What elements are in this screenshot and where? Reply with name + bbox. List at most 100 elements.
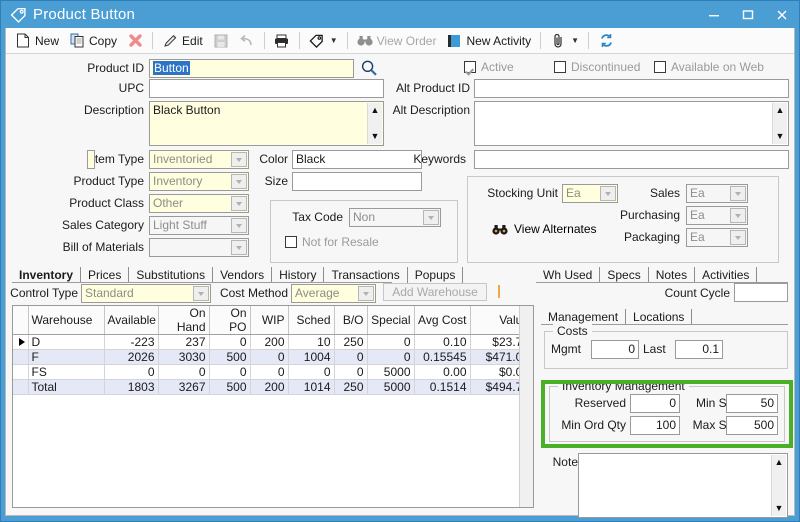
packaging-unit-combo[interactable]: Ea [686,228,748,247]
maximize-button[interactable] [731,1,765,28]
tab-inventory[interactable]: Inventory [12,267,81,283]
tab-transactions[interactable]: Transactions [324,267,407,283]
alt-description-input[interactable]: ▲ ▼ [474,101,789,146]
chevron-down-icon[interactable] [730,208,746,223]
last-cost-input[interactable]: 0.1 [675,340,723,359]
upc-input[interactable] [149,79,384,98]
table-row[interactable]: F 2026 3030 500 0 1004 0 0 0.15545 $471.… [13,350,533,365]
chevron-down-icon[interactable] [231,218,247,233]
scroll-down-icon[interactable]: ▼ [772,501,787,516]
grid-col-warehouse[interactable]: Warehouse [28,306,104,335]
add-warehouse-button[interactable]: Add Warehouse [383,283,487,301]
color-input[interactable]: Black [292,150,422,169]
toolbar-print-button[interactable] [269,30,295,52]
toolbar-tag-button[interactable]: ▼ [304,30,343,52]
grid-col-sched[interactable]: Sched [288,306,334,335]
chevron-down-icon[interactable] [730,186,746,201]
scroll-down-icon[interactable]: ▼ [368,129,383,144]
toolbar-edit-button[interactable]: Edit [157,30,208,52]
toolbar-view-order-button[interactable]: View Order [352,30,442,52]
stocking-unit-combo[interactable]: Ea [562,184,618,203]
tab-popups[interactable]: Popups [408,267,464,283]
bill-of-materials-combo[interactable] [149,238,249,257]
inventory-management-group: Inventory Management Reserved 0 Min Stk … [549,386,785,442]
toolbar-new-button[interactable]: New [10,30,64,52]
max-stk-qty-input[interactable]: 500 [726,416,778,435]
note-input[interactable]: ▲ ▼ [578,453,788,518]
toolbar-new-label: New [35,34,59,48]
chevron-down-icon[interactable] [193,286,209,301]
chevron-down-icon[interactable]: ▼ [330,36,338,45]
tab-substitutions[interactable]: Substitutions [129,267,213,283]
tax-code-combo[interactable]: Non [349,208,441,227]
tab-vendors[interactable]: Vendors [213,267,272,283]
grid-col-on-hand[interactable]: On Hand [158,306,209,335]
toolbar-attach-button[interactable]: ▼ [545,30,584,52]
grid-col-wip[interactable]: WIP [250,306,288,335]
grid-col-on-po[interactable]: On PO [209,306,250,335]
discontinued-checkbox[interactable]: Discontinued [554,60,640,74]
size-input[interactable] [292,172,422,191]
tab-management[interactable]: Management [541,309,626,325]
alt-description-scrollbar[interactable]: ▲ ▼ [772,103,787,144]
toolbar-save-button[interactable] [208,30,234,52]
toolbar-delete-button[interactable] [122,30,148,52]
chevron-down-icon[interactable] [358,286,374,301]
item-type-value: Inventoried [153,152,212,166]
count-cycle-input[interactable] [734,283,788,302]
keywords-input[interactable] [474,150,789,169]
purchasing-unit-combo[interactable]: Ea [686,206,748,225]
reserved-input[interactable]: 0 [630,394,680,413]
cost-method-combo[interactable]: Average [291,284,376,303]
view-alternates-button[interactable]: View Alternates [492,221,597,237]
warehouse-grid[interactable]: Warehouse Available On Hand On PO WIP Sc… [12,305,534,508]
product-type-combo[interactable]: Inventory [149,172,249,191]
tab-locations[interactable]: Locations [626,309,692,325]
chevron-down-icon[interactable] [231,240,247,255]
sales-unit-combo[interactable]: Ea [686,184,748,203]
note-scrollbar[interactable]: ▲ ▼ [771,455,786,516]
tab-history[interactable]: History [272,267,324,283]
grid-vertical-scrollbar[interactable] [519,306,533,507]
not-for-resale-checkbox[interactable]: Not for Resale [285,235,379,249]
chevron-down-icon[interactable] [231,196,247,211]
grid-col-special[interactable]: Special [367,306,414,335]
available-on-web-checkbox[interactable]: Available on Web [654,60,764,74]
scroll-up-icon[interactable]: ▲ [772,455,787,470]
product-class-combo[interactable]: Other [149,194,249,213]
toolbar-undo-button[interactable] [234,30,260,52]
min-ord-qty-input[interactable]: 100 [630,416,680,435]
description-input[interactable]: Black Button ▲ ▼ [149,101,384,146]
toolbar-copy-button[interactable]: Copy [64,30,122,52]
magnifier-icon[interactable] [360,59,378,77]
table-row[interactable]: D -223 237 0 200 10 250 0 0.10 $23.70 [13,335,533,350]
mgmt-cost-input[interactable]: 0 [591,340,639,359]
tab-specs[interactable]: Specs [600,267,648,283]
tab-wh-used[interactable]: Wh Used [536,267,600,283]
active-checkbox[interactable]: Active [464,60,514,74]
alt-product-id-input[interactable] [474,79,789,98]
scroll-up-icon[interactable]: ▲ [773,103,788,118]
minimize-button[interactable] [697,1,731,28]
tab-prices[interactable]: Prices [81,267,129,283]
sales-category-combo[interactable]: Light Stuff [149,216,249,235]
close-button[interactable] [765,1,799,28]
grid-col-available[interactable]: Available [104,306,158,335]
table-row-total[interactable]: Total 1803 3267 500 200 1014 250 5000 0.… [13,380,533,395]
chevron-down-icon[interactable] [423,210,439,225]
toolbar-refresh-button[interactable] [593,30,619,52]
min-stk-qty-input[interactable]: 50 [726,394,778,413]
chevron-down-icon[interactable] [600,186,616,201]
chevron-down-icon[interactable]: ▼ [571,36,579,45]
item-type-combo[interactable]: Inventoried [149,150,249,169]
tab-activities[interactable]: Activities [695,267,757,283]
toolbar-new-activity-button[interactable]: New Activity [441,30,536,52]
grid-col-bo[interactable]: B/O [334,306,367,335]
control-type-combo[interactable]: Standard [81,284,211,303]
grid-col-avg-cost[interactable]: Avg Cost [414,306,470,335]
table-row[interactable]: FS 0 0 0 0 0 0 5000 0.00 $0.00 [13,365,533,380]
product-id-input[interactable]: Button [149,59,354,78]
chevron-down-icon[interactable] [730,230,746,245]
tab-notes[interactable]: Notes [649,267,695,283]
scroll-down-icon[interactable]: ▼ [773,129,788,144]
